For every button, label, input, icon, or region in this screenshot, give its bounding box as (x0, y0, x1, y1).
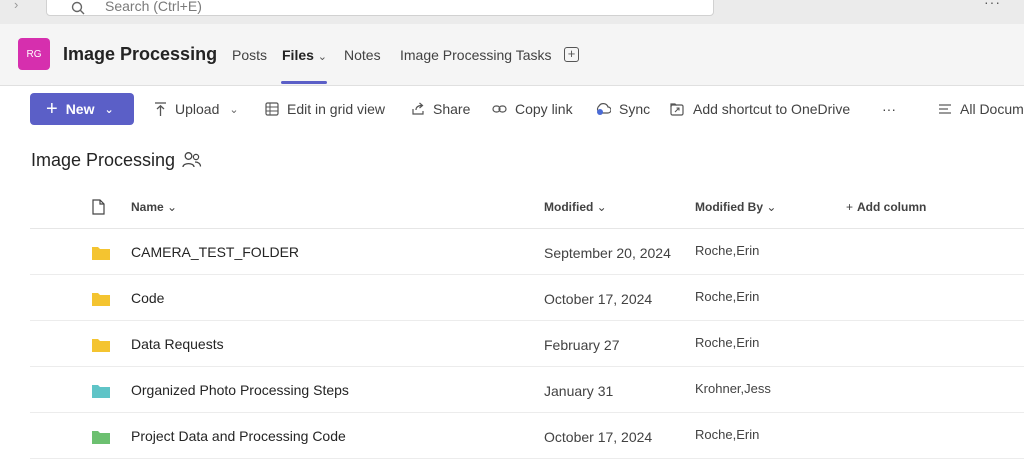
plus-icon: + (46, 98, 58, 120)
share-icon (412, 102, 424, 115)
view-selector-label: All Docum (960, 101, 1024, 117)
tab-notes[interactable]: Notes (344, 47, 381, 63)
active-tab-indicator (281, 81, 327, 84)
team-name: Image Processing (63, 44, 218, 64)
file-name[interactable]: Project Data and Processing Code (131, 428, 346, 444)
chevron-down-icon: ⌄ (317, 51, 328, 63)
chevron-down-icon: ⌄ (229, 103, 239, 116)
column-header-name[interactable]: Name ⌄ (131, 200, 177, 214)
more-icon: ··· (882, 101, 896, 117)
modified-date: September 20, 2024 (544, 245, 671, 261)
chevron-down-icon: ⌄ (766, 200, 777, 214)
members-icon[interactable] (182, 151, 202, 169)
add-shortcut-label: Add shortcut to OneDrive (693, 101, 851, 117)
channel-header: RG Image Processing Posts Files ⌄ Notes … (0, 24, 1024, 86)
chevron-down-icon: ⌄ (167, 200, 178, 214)
more-commands-button[interactable]: ··· (882, 101, 896, 117)
copy-link-label: Copy link (515, 101, 573, 117)
search-placeholder: Search (Ctrl+E) (105, 0, 202, 14)
add-column-button[interactable]: + Add column (846, 200, 926, 214)
grid-icon (265, 102, 279, 116)
library-title: Image Processing (31, 150, 176, 170)
shortcut-icon (670, 103, 684, 116)
folder-icon (92, 293, 110, 306)
modified-date: February 27 (544, 337, 620, 353)
table-row[interactable]: Code October 17, 2024 Roche,Erin (30, 275, 1024, 321)
folder-icon (92, 431, 110, 444)
modified-date: January 31 (544, 383, 614, 399)
command-bar: + New ⌄ Upload ⌄ Edit in grid view Share… (0, 86, 1024, 132)
column-name-label: Name (131, 200, 164, 214)
list-view-icon (939, 104, 951, 114)
more-options-icon[interactable]: ··· (984, 0, 1001, 10)
back-chevron-icon[interactable]: › (14, 0, 28, 12)
modified-by: Krohner,Jess (695, 381, 771, 396)
file-name[interactable]: Code (131, 290, 164, 306)
link-icon (492, 105, 507, 113)
new-button-label: New (65, 101, 95, 117)
column-modified-label: Modified (544, 200, 594, 214)
tab-posts[interactable]: Posts (232, 47, 267, 63)
add-column-label: Add column (857, 200, 927, 214)
view-selector[interactable]: All Docum (938, 101, 1024, 117)
table-row[interactable]: Project Data and Processing Code October… (30, 413, 1024, 459)
chevron-down-icon: ⌄ (104, 103, 114, 116)
folder-icon (92, 385, 110, 398)
modified-by: Roche,Erin (695, 289, 760, 304)
tab-files[interactable]: Files ⌄ (282, 47, 327, 63)
copy-link-button[interactable]: Copy link (492, 101, 573, 117)
table-row[interactable]: Organized Photo Processing Steps January… (30, 367, 1024, 413)
modified-date: October 17, 2024 (544, 429, 653, 445)
file-name[interactable]: CAMERA_TEST_FOLDER (131, 244, 299, 260)
add-tab-icon[interactable]: + (564, 47, 579, 62)
tab-image-processing-tasks[interactable]: Image Processing Tasks (400, 47, 551, 63)
folder-icon (92, 339, 110, 352)
tab-files-label: Files (282, 47, 314, 63)
modified-by: Roche,Erin (695, 335, 760, 350)
add-shortcut-button[interactable]: Add shortcut to OneDrive (670, 101, 850, 117)
search-icon (71, 1, 85, 15)
file-name[interactable]: Organized Photo Processing Steps (131, 382, 349, 398)
share-label: Share (433, 101, 471, 117)
file-name[interactable]: Data Requests (131, 336, 224, 352)
sync-label: Sync (619, 101, 651, 117)
share-button[interactable]: Share (411, 101, 470, 117)
upload-button[interactable]: Upload ⌄ (154, 101, 239, 117)
chevron-down-icon: ⌄ (596, 200, 607, 214)
column-header-modified[interactable]: Modified ⌄ (544, 200, 607, 214)
new-button[interactable]: + New ⌄ (30, 93, 134, 125)
column-modified-by-label: Modified By (695, 200, 763, 214)
sync-button[interactable]: Sync (595, 101, 650, 117)
plus-icon: + (846, 200, 854, 214)
modified-by: Roche,Erin (695, 427, 760, 442)
search-box[interactable]: Search (Ctrl+E) (46, 0, 714, 16)
sync-icon (596, 103, 611, 115)
folder-icon (92, 247, 110, 260)
modified-by: Roche,Erin (695, 243, 760, 258)
table-row[interactable]: Data Requests February 27 Roche,Erin (30, 321, 1024, 367)
table-row[interactable]: CAMERA_TEST_FOLDER September 20, 2024 Ro… (30, 229, 1024, 275)
edit-grid-view-label: Edit in grid view (287, 101, 386, 117)
team-avatar[interactable]: RG (18, 38, 50, 70)
file-type-icon[interactable] (92, 199, 105, 215)
modified-date: October 17, 2024 (544, 291, 653, 307)
upload-label: Upload (175, 101, 220, 117)
column-header-modified-by[interactable]: Modified By ⌄ (695, 200, 776, 214)
upload-icon (155, 101, 166, 116)
edit-grid-view-button[interactable]: Edit in grid view (265, 101, 385, 117)
top-bar: › Search (Ctrl+E) ··· (0, 0, 1024, 24)
